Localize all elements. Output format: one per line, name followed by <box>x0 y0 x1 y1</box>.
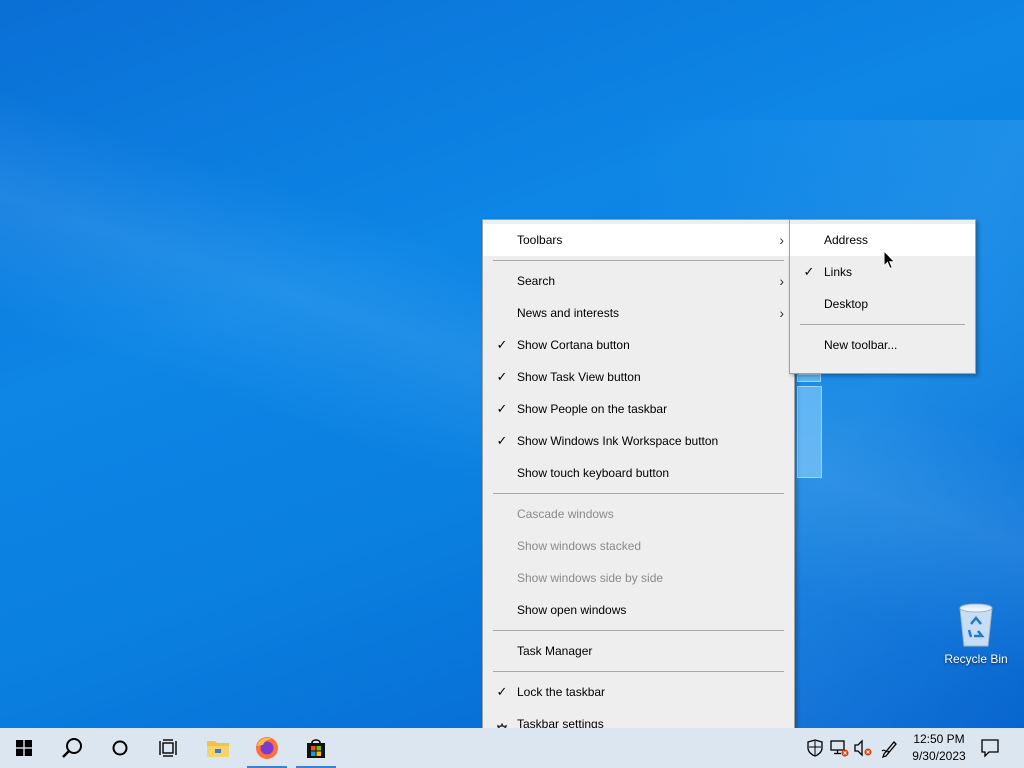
menu-item-label: Task Manager <box>517 644 593 658</box>
menu-item-show-cortana-button[interactable]: ✓ Show Cortana button <box>483 329 794 361</box>
search-icon <box>62 738 82 758</box>
recycle-bin-label: Recycle Bin <box>944 652 1008 666</box>
security-tray-icon[interactable] <box>805 738 825 758</box>
toolbars-submenu: Address ✓ Links Desktop New toolbar... <box>789 219 976 374</box>
submenu-item-label: Links <box>824 265 853 279</box>
cortana-button[interactable] <box>96 728 144 768</box>
menu-item-label: Search <box>517 274 556 288</box>
menu-item-show-touch-keyboard[interactable]: Show touch keyboard button <box>483 457 794 489</box>
menu-item-label: Show Windows Ink Workspace button <box>517 434 719 448</box>
wallpaper-logo-pane <box>797 386 822 478</box>
menu-item-label: Show windows stacked <box>517 539 642 553</box>
menu-item-lock-taskbar[interactable]: ✓ Lock the taskbar <box>483 676 794 708</box>
menu-separator <box>493 630 784 631</box>
cortana-circle-icon <box>112 740 128 756</box>
volume-muted-icon <box>854 739 872 757</box>
taskbar-clock[interactable]: 12:50 PM 9/30/2023 <box>908 731 970 765</box>
firefox-icon <box>256 737 278 759</box>
menu-item-toolbars[interactable]: Toolbars › <box>483 224 794 256</box>
menu-item-label: Show touch keyboard button <box>517 466 670 480</box>
menu-item-show-task-view-button[interactable]: ✓ Show Task View button <box>483 361 794 393</box>
network-tray-icon[interactable] <box>829 738 849 758</box>
menu-separator <box>493 493 784 494</box>
checkmark-icon: ✓ <box>496 433 508 448</box>
checkmark-icon: ✓ <box>496 369 508 384</box>
volume-tray-icon[interactable] <box>853 738 873 758</box>
folder-icon <box>207 741 229 757</box>
menu-item-label: Show open windows <box>517 603 627 617</box>
submenu-item-desktop[interactable]: Desktop <box>790 288 975 320</box>
menu-item-show-windows-side-by-side: Show windows side by side <box>483 562 794 594</box>
menu-item-label: Show Task View button <box>517 370 641 384</box>
menu-item-news-and-interests[interactable]: News and interests › <box>483 297 794 329</box>
store-button[interactable] <box>292 728 340 768</box>
menu-item-label: Cascade windows <box>517 507 614 521</box>
taskbar-context-menu: Toolbars › Search › News and interests ›… <box>482 219 795 752</box>
submenu-item-label: Desktop <box>824 297 869 311</box>
task-view-icon <box>159 739 177 757</box>
clock-date: 9/30/2023 <box>912 749 966 763</box>
menu-item-label: Show windows side by side <box>517 571 664 585</box>
recycle-bin-shortcut[interactable]: Recycle Bin <box>938 600 1014 666</box>
file-explorer-button[interactable] <box>194 728 242 768</box>
menu-item-show-windows-ink[interactable]: ✓ Show Windows Ink Workspace button <box>483 425 794 457</box>
pen-icon <box>881 741 897 758</box>
submenu-item-new-toolbar[interactable]: New toolbar... <box>790 329 975 361</box>
windows-logo-icon <box>16 740 32 756</box>
menu-item-label: Show Cortana button <box>517 338 630 352</box>
menu-item-show-open-windows[interactable]: Show open windows <box>483 594 794 626</box>
menu-separator <box>493 260 784 261</box>
menu-item-show-windows-stacked: Show windows stacked <box>483 530 794 562</box>
menu-separator <box>800 324 965 325</box>
chevron-right-icon: › <box>779 305 784 321</box>
clock-time: 12:50 PM <box>913 732 965 746</box>
taskbar: 12:50 PM 9/30/2023 <box>0 728 1024 768</box>
checkmark-icon: ✓ <box>496 684 508 699</box>
task-view-button[interactable] <box>144 728 192 768</box>
checkmark-icon: ✓ <box>496 337 508 352</box>
search-button[interactable] <box>48 728 96 768</box>
network-disconnected-icon <box>830 740 849 757</box>
menu-item-search[interactable]: Search › <box>483 265 794 297</box>
menu-item-show-people[interactable]: ✓ Show People on the taskbar <box>483 393 794 425</box>
submenu-item-label: New toolbar... <box>824 338 898 352</box>
shield-icon <box>807 739 823 757</box>
notification-icon <box>981 739 999 758</box>
menu-item-cascade-windows: Cascade windows <box>483 498 794 530</box>
menu-separator <box>493 671 784 672</box>
action-center-button[interactable] <box>980 738 1000 761</box>
menu-item-label: Show People on the taskbar <box>517 402 668 416</box>
menu-item-label: Lock the taskbar <box>517 685 606 699</box>
firefox-button[interactable] <box>243 728 291 768</box>
menu-item-label: News and interests <box>517 306 620 320</box>
submenu-item-label: Address <box>824 233 869 247</box>
checkmark-icon: ✓ <box>496 401 508 416</box>
wallpaper-logo-pane <box>797 374 821 382</box>
menu-item-label: Toolbars <box>517 233 563 247</box>
mouse-cursor-icon <box>883 249 897 273</box>
ink-workspace-button[interactable] <box>880 738 900 758</box>
chevron-right-icon: › <box>779 232 784 248</box>
start-button[interactable] <box>0 728 48 768</box>
recycle-bin-icon <box>959 603 993 647</box>
store-bag-icon <box>307 739 325 758</box>
checkmark-icon: ✓ <box>803 264 815 279</box>
menu-item-task-manager[interactable]: Task Manager <box>483 635 794 667</box>
chevron-right-icon: › <box>779 273 784 289</box>
